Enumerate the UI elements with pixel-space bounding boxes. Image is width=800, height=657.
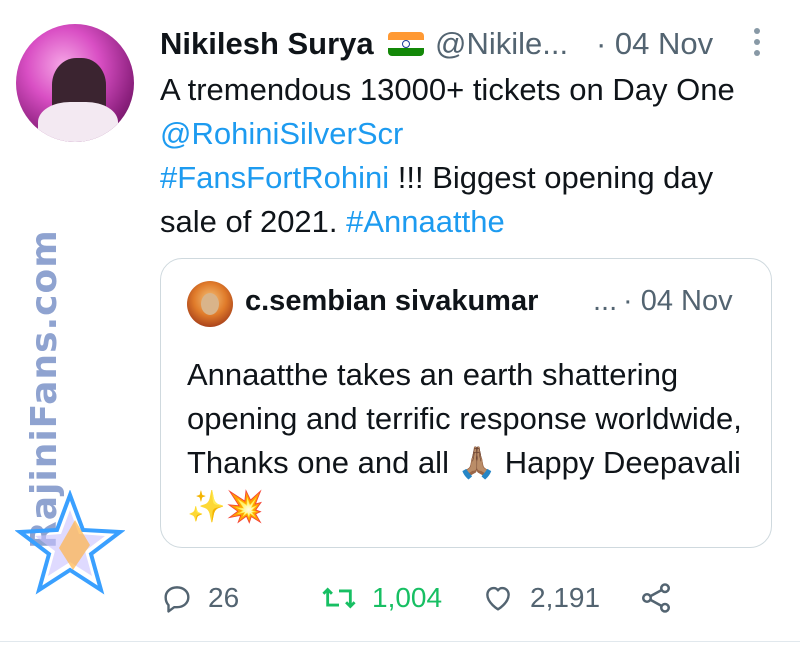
share-icon <box>641 583 671 613</box>
india-flag-icon <box>388 32 424 56</box>
heart-icon <box>486 586 510 611</box>
divider <box>0 641 800 642</box>
quoted-tweet-date[interactable]: · 04 Nov <box>623 285 733 318</box>
author-handle[interactable]: @Nikile... <box>435 26 568 62</box>
like-button[interactable]: 2,191 <box>480 576 600 620</box>
reply-icon <box>164 586 190 613</box>
tweet-text: A tremendous 13000+ tickets on Day One @… <box>160 68 775 244</box>
quoted-avatar-face <box>201 293 219 315</box>
star-logo-icon <box>15 490 125 595</box>
share-button[interactable] <box>638 576 674 620</box>
like-count: 2,191 <box>530 582 601 613</box>
quoted-author-name[interactable]: c.sembian sivakumar <box>245 285 538 318</box>
avatar-shirt <box>38 102 118 142</box>
hashtag-link-fansfortrohini[interactable]: #FansFortRohini <box>160 160 389 195</box>
reply-count: 26 <box>208 582 240 613</box>
mention-link[interactable]: @RohiniSilverScr <box>160 116 403 151</box>
quoted-author-avatar[interactable] <box>187 281 233 327</box>
watermark: RajiniFans.com <box>15 200 125 600</box>
hashtag-link-annaatthe[interactable]: #Annaatthe <box>346 204 505 239</box>
more-vertical-icon[interactable] <box>752 28 762 58</box>
quoted-handle-ellipsis: ... <box>593 285 618 317</box>
quoted-tweet-text: Annaatthe takes an earth shattering open… <box>187 357 742 524</box>
author-name[interactable]: Nikilesh Surya <box>160 26 374 62</box>
retweet-icon <box>322 587 356 609</box>
author-avatar[interactable] <box>16 24 134 142</box>
retweet-button[interactable]: 1,004 <box>320 576 442 620</box>
reply-button[interactable]: 26 <box>160 576 239 620</box>
tweet-actions: 26 1,004 2,191 <box>160 576 780 620</box>
quoted-tweet-card[interactable]: c.sembian sivakumar ... · 04 Nov Annaatt… <box>160 258 772 548</box>
tweet-date[interactable]: · 04 Nov <box>596 26 713 62</box>
retweet-count: 1,004 <box>372 582 443 613</box>
tweet-header: Nikilesh Surya @Nikile... · 04 Nov <box>160 26 780 66</box>
tweet-text-part: A tremendous 13000+ tickets on Day One <box>160 72 735 107</box>
